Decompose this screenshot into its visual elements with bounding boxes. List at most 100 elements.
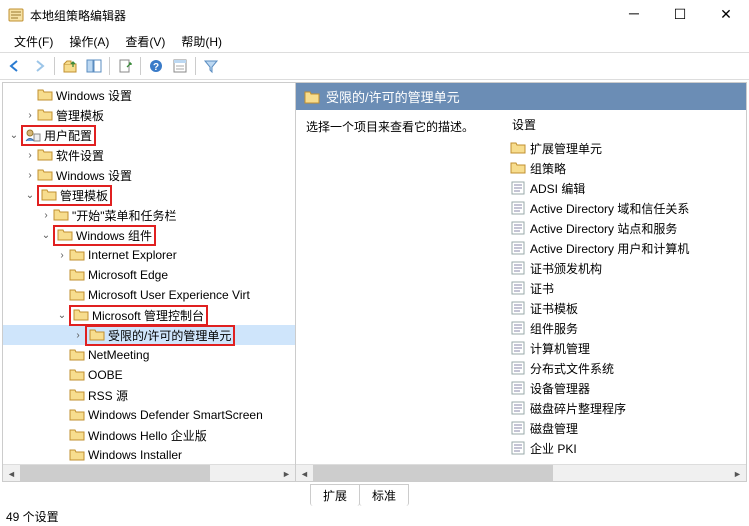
list-item[interactable]: 组件服务 [506, 318, 746, 338]
folder-icon [37, 88, 53, 102]
tab-extended[interactable]: 扩展 [310, 484, 360, 506]
list-item[interactable]: 分布式文件系统 [506, 358, 746, 378]
folder-icon [69, 368, 85, 382]
tree-row[interactable]: ⌄ Microsoft 管理控制台 [3, 305, 295, 325]
collapse-icon[interactable]: › [55, 250, 69, 261]
tree-label: Microsoft 管理控制台 [92, 307, 204, 324]
list-item[interactable]: 磁盘管理 [506, 418, 746, 438]
maximize-button[interactable]: ☐ [657, 0, 703, 30]
list-item-label: 企业 PKI [530, 440, 577, 457]
tree-hscrollbar[interactable]: ◄ ► [3, 464, 295, 481]
tree-row[interactable]: Windows Installer [3, 445, 295, 464]
menu-file[interactable]: 文件(F) [6, 31, 61, 52]
list-item[interactable]: 证书模板 [506, 298, 746, 318]
tree-label: Windows 设置 [56, 87, 132, 104]
tree-row[interactable]: Microsoft Edge [3, 265, 295, 285]
expand-icon[interactable]: ⌄ [7, 130, 21, 141]
setting-icon [510, 401, 526, 415]
list-item[interactable]: 设备管理器 [506, 378, 746, 398]
tree-label: OOBE [88, 368, 123, 382]
menu-action[interactable]: 操作(A) [61, 31, 117, 52]
folder-icon [69, 348, 85, 362]
folder-icon [37, 168, 53, 182]
list-item[interactable]: Active Directory 站点和服务 [506, 218, 746, 238]
menu-help[interactable]: 帮助(H) [173, 31, 230, 52]
settings-column-header[interactable]: 设置 [506, 110, 746, 138]
folder-icon [73, 308, 89, 322]
list-item[interactable]: 证书 [506, 278, 746, 298]
properties-button[interactable] [169, 55, 191, 77]
tree-row[interactable]: NetMeeting [3, 345, 295, 365]
list-item-label: 磁盘管理 [530, 420, 578, 437]
forward-button[interactable] [28, 55, 50, 77]
setting-icon [510, 321, 526, 335]
window-title: 本地组策略编辑器 [30, 7, 611, 24]
expand-icon[interactable]: ⌄ [39, 230, 53, 241]
tree-row[interactable]: › 管理模板 [3, 105, 295, 125]
list-item-label: Active Directory 域和信任关系 [530, 200, 689, 217]
tree-row[interactable]: Windows Hello 企业版 [3, 425, 295, 445]
titlebar: 本地组策略编辑器 ─ ☐ ✕ [0, 0, 749, 30]
folder-icon [89, 328, 105, 342]
collapse-icon[interactable]: › [71, 330, 85, 341]
tree-row[interactable]: Windows Defender SmartScreen [3, 405, 295, 425]
tree-row[interactable]: ›"开始"菜单和任务栏 [3, 205, 295, 225]
tree-row[interactable]: ⌄用户配置 [3, 125, 295, 145]
minimize-button[interactable]: ─ [611, 0, 657, 30]
show-hide-tree-button[interactable] [83, 55, 105, 77]
collapse-icon[interactable]: › [23, 110, 37, 121]
up-button[interactable] [59, 55, 81, 77]
tree-row[interactable]: ›受限的/许可的管理单元 [3, 325, 295, 345]
export-button[interactable] [114, 55, 136, 77]
tree-row[interactable]: RSS 源 [3, 385, 295, 405]
folder-icon [57, 228, 73, 242]
tree-label: Windows Defender SmartScreen [88, 408, 263, 422]
collapse-icon[interactable]: › [23, 150, 37, 161]
collapse-icon[interactable]: › [23, 170, 37, 181]
folder-icon [304, 90, 320, 104]
tree-label: 管理模板 [56, 107, 104, 124]
list-item[interactable]: Active Directory 域和信任关系 [506, 198, 746, 218]
list-item[interactable]: Active Directory 用户和计算机 [506, 238, 746, 258]
folder-icon [53, 208, 69, 222]
collapse-icon[interactable]: › [39, 210, 53, 221]
details-hscrollbar[interactable]: ◄ ► [296, 464, 746, 481]
expand-icon[interactable]: ⌄ [23, 190, 37, 201]
setting-icon [510, 441, 526, 455]
tree-pane: Windows 设置 › 管理模板⌄用户配置›软件设置›Windows 设置⌄管理模… [3, 83, 296, 481]
list-item[interactable]: 组策略 [506, 158, 746, 178]
list-item[interactable]: 企业 PKI [506, 438, 746, 458]
menu-view[interactable]: 查看(V) [117, 31, 173, 52]
list-item-label: Active Directory 站点和服务 [530, 220, 677, 237]
tree-row[interactable]: ⌄Windows 组件 [3, 225, 295, 245]
folder-icon [37, 148, 53, 162]
app-icon [8, 7, 24, 23]
tree-row[interactable]: ⌄管理模板 [3, 185, 295, 205]
help-button[interactable]: ? [145, 55, 167, 77]
list-item[interactable]: 扩展管理单元 [506, 138, 746, 158]
close-button[interactable]: ✕ [703, 0, 749, 30]
tree-row[interactable]: ›软件设置 [3, 145, 295, 165]
view-tabs: 扩展 标准 [0, 484, 749, 506]
tree-label: Internet Explorer [88, 248, 177, 262]
setting-icon [510, 421, 526, 435]
svg-text:?: ? [153, 62, 159, 73]
list-item[interactable]: 计算机管理 [506, 338, 746, 358]
list-item[interactable]: 证书颁发机构 [506, 258, 746, 278]
list-item-label: 磁盘碎片整理程序 [530, 400, 626, 417]
tree-row[interactable]: Microsoft User Experience Virt [3, 285, 295, 305]
tree-row[interactable]: › Internet Explorer [3, 245, 295, 265]
list-item[interactable]: ADSI 编辑 [506, 178, 746, 198]
filter-button[interactable] [200, 55, 222, 77]
list-item[interactable]: 磁盘碎片整理程序 [506, 398, 746, 418]
folder-icon [69, 448, 85, 462]
tree-row[interactable]: ›Windows 设置 [3, 165, 295, 185]
tree-row[interactable]: Windows 设置 [3, 85, 295, 105]
tab-standard[interactable]: 标准 [359, 484, 409, 506]
expand-icon[interactable]: ⌄ [55, 310, 69, 321]
settings-list: 设置 扩展管理单元组策略ADSI 编辑 Active Directory 域和信任… [506, 110, 746, 464]
back-button[interactable] [4, 55, 26, 77]
tree-row[interactable]: OOBE [3, 365, 295, 385]
folder-icon [510, 161, 526, 175]
tree-label: Windows Installer [88, 448, 182, 462]
